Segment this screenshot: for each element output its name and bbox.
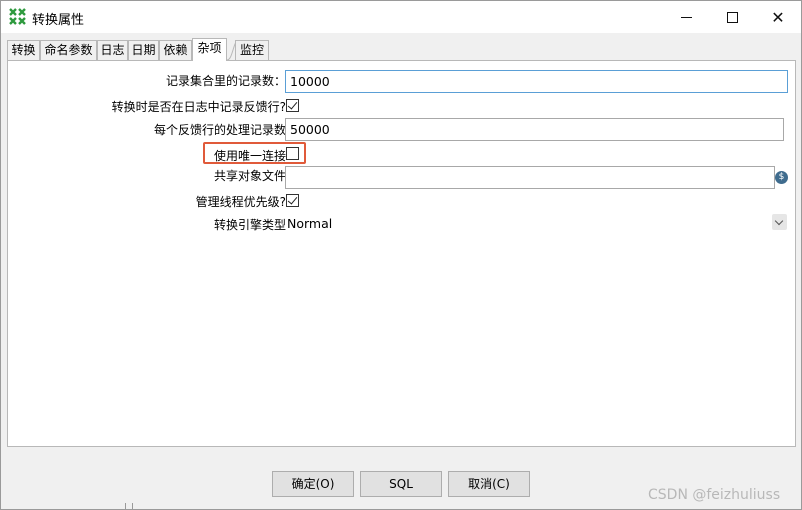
window-title: 转换属性 xyxy=(32,13,85,28)
close-icon: ✕ xyxy=(771,7,785,27)
tab-dependencies[interactable]: 依赖 xyxy=(159,40,192,60)
engine-type-select[interactable]: Normal xyxy=(287,216,332,231)
cancel-button[interactable]: 取消(C) xyxy=(448,471,530,497)
check-icon xyxy=(287,194,298,205)
record-count-input[interactable]: 10000 xyxy=(285,70,788,93)
tab-misc[interactable]: 杂项 xyxy=(192,38,227,61)
title-bar[interactable]: 转换属性 ✕ xyxy=(1,1,801,33)
tab-logging[interactable]: 日志 xyxy=(97,40,128,60)
feedback-size-input[interactable]: 50000 xyxy=(285,118,784,141)
shared-objects-label: 共享对象文件 xyxy=(213,169,286,183)
ok-button[interactable]: 确定(O) xyxy=(272,471,354,497)
variable-icon[interactable]: $ xyxy=(775,171,788,184)
check-icon xyxy=(287,99,298,110)
chevron-down-icon xyxy=(774,216,784,226)
minimize-icon xyxy=(680,16,692,18)
engine-type-label: 转换引擎类型 xyxy=(213,218,286,232)
maximize-icon xyxy=(726,11,738,23)
tab-transform[interactable]: 转换 xyxy=(7,40,40,60)
thread-priority-label: 管理线程优先级? xyxy=(195,195,286,209)
maximize-button[interactable] xyxy=(709,1,755,33)
resize-grip[interactable] xyxy=(125,503,133,509)
engine-type-dropdown-button[interactable] xyxy=(772,214,787,230)
transform-properties-dialog: 转换属性 ✕ 转换 命名参数 日志 日期 依赖 杂项 监控 记录集合里的记录数：… xyxy=(0,0,802,510)
misc-panel: 记录集合里的记录数： 转换时是否在日志中记录反馈行? 每个反馈行的处理记录数 使… xyxy=(7,60,796,447)
sql-button[interactable]: SQL xyxy=(360,471,442,497)
minimize-button[interactable] xyxy=(663,1,709,33)
thread-priority-checkbox[interactable] xyxy=(286,194,299,207)
app-icon xyxy=(9,8,26,25)
label-column: 记录集合里的记录数： 转换时是否在日志中记录反馈行? 每个反馈行的处理记录数 使… xyxy=(8,61,286,446)
record-count-label: 记录集合里的记录数： xyxy=(165,74,286,88)
watermark: CSDN @feizhuliuss xyxy=(648,487,781,503)
log-feedback-label: 转换时是否在日志中记录反馈行? xyxy=(111,100,286,114)
feedback-size-label: 每个反馈行的处理记录数 xyxy=(153,123,286,137)
tab-dates[interactable]: 日期 xyxy=(128,40,159,60)
tab-strip: 转换 命名参数 日志 日期 依赖 杂项 监控 xyxy=(7,38,797,61)
log-feedback-checkbox[interactable] xyxy=(286,99,299,112)
tab-named-params[interactable]: 命名参数 xyxy=(40,40,97,60)
shared-objects-input[interactable] xyxy=(285,166,775,189)
highlight-annotation xyxy=(203,142,306,164)
close-button[interactable]: ✕ xyxy=(755,1,801,33)
tab-monitoring[interactable]: 监控 xyxy=(235,40,269,60)
